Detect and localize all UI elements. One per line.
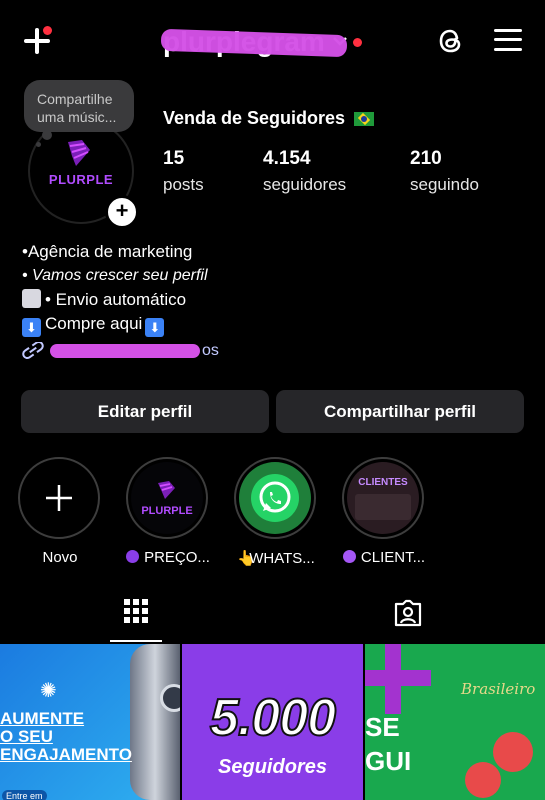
highlight-label: PREÇO... bbox=[126, 549, 210, 566]
bio-link[interactable]: os bbox=[22, 342, 219, 360]
note-text: Compartilhe uma músic... bbox=[37, 91, 117, 125]
rocket-window bbox=[160, 684, 180, 712]
highlight-label: CLIENT... bbox=[342, 549, 426, 566]
username: plurplegram bbox=[160, 26, 348, 58]
rocket-logo-icon bbox=[68, 140, 90, 166]
tab-tagged[interactable] bbox=[272, 598, 544, 644]
highlight-new[interactable]: Novo bbox=[18, 457, 102, 566]
link-icon bbox=[22, 342, 44, 359]
plus-shape bbox=[365, 670, 431, 686]
pointing-hand-icon: 👆 bbox=[237, 550, 256, 567]
account-notification-dot bbox=[352, 37, 362, 47]
following-label: seguindo bbox=[410, 175, 480, 194]
post-script-text: Brasileiro bbox=[461, 680, 536, 698]
post-thumbnail[interactable]: Brasileiro SE GUI bbox=[365, 644, 545, 800]
highlight-label: Novo bbox=[42, 549, 78, 566]
rocket-illustration bbox=[130, 644, 180, 800]
brazil-flag-icon bbox=[354, 112, 375, 127]
highlight-clients[interactable]: CLIENTES CLIENT... bbox=[342, 457, 426, 566]
top-bar: plurplegram bbox=[0, 0, 545, 80]
post-text: GUI bbox=[365, 746, 412, 776]
down-arrow-icon: ⬇ bbox=[145, 318, 165, 337]
add-story-plus-icon[interactable]: + bbox=[105, 195, 139, 229]
posts-label: posts bbox=[163, 175, 204, 194]
share-profile-button[interactable]: Compartilhar perfil bbox=[276, 390, 524, 433]
highlight-whatsapp[interactable]: 👆WHATS... bbox=[234, 457, 318, 567]
stat-following[interactable]: 210 seguindo bbox=[410, 148, 479, 195]
mailbox-icon bbox=[22, 289, 41, 308]
stat-followers[interactable]: 4.154 seguidores bbox=[263, 148, 346, 195]
rocket-logo-icon bbox=[158, 481, 175, 499]
post-text: SE bbox=[365, 712, 400, 742]
edit-profile-button[interactable]: Editar perfil bbox=[21, 390, 269, 433]
post-text: O SEU bbox=[0, 727, 53, 746]
post-thumbnail[interactable]: ✺ AUMENTE O SEU ENGAJAMENTO Entre em bbox=[0, 644, 180, 800]
followers-count: 4.154 bbox=[263, 148, 311, 169]
highlight-prices[interactable]: PLURPLE PREÇO... bbox=[126, 457, 210, 566]
tagged-person-icon bbox=[394, 599, 422, 627]
highlight-label: 👆WHATS... bbox=[237, 550, 315, 567]
post-cta: Entre em bbox=[2, 790, 47, 800]
posts-count: 15 bbox=[163, 148, 185, 169]
tab-grid[interactable] bbox=[0, 598, 272, 644]
bio-line-4: ⬇ Compre aqui ⬇ bbox=[22, 312, 208, 337]
create-notification-dot bbox=[43, 26, 52, 35]
purple-circle-icon bbox=[126, 550, 140, 563]
post-text: AUMENTE bbox=[0, 709, 85, 728]
bio-line-1: •Agência de marketing bbox=[22, 242, 193, 261]
grid-icon bbox=[124, 599, 148, 623]
note-tail bbox=[42, 130, 52, 140]
active-tab-indicator bbox=[110, 640, 162, 642]
post-text: ENGAJAMENTO bbox=[0, 745, 132, 764]
avatar-brand-text: PLURPLE bbox=[48, 172, 114, 187]
profile-badge-icon bbox=[465, 762, 501, 798]
highlight-cover-text: CLIENTES bbox=[358, 476, 408, 488]
note-bubble[interactable]: Compartilhe uma músic... bbox=[24, 80, 134, 132]
post-thumbnail[interactable]: 5.000 Seguidores bbox=[182, 644, 363, 800]
highlight-cover-image bbox=[355, 493, 411, 520]
highlight-cover-text: PLURPLE bbox=[141, 505, 193, 517]
sparkle-icon: ✺ bbox=[40, 680, 57, 702]
link-redaction bbox=[50, 344, 200, 358]
threads-icon[interactable] bbox=[436, 26, 466, 56]
plus-icon bbox=[46, 485, 72, 511]
bio-line-2: • Vamos crescer seu perfil bbox=[22, 267, 208, 284]
display-name: Venda de Seguidores bbox=[163, 108, 375, 129]
note-tail-small bbox=[36, 142, 41, 147]
following-count: 210 bbox=[410, 148, 442, 169]
hamburger-menu-icon[interactable] bbox=[494, 28, 522, 52]
down-arrow-icon: ⬇ bbox=[22, 318, 41, 337]
profile-badge-icon bbox=[493, 732, 533, 772]
account-switcher[interactable]: plurplegram bbox=[160, 26, 362, 58]
post-number: 5.000 bbox=[209, 688, 337, 748]
post-label: Seguidores bbox=[218, 756, 327, 778]
purple-heart-icon bbox=[342, 550, 356, 563]
bio: •Agência de marketing • Vamos crescer se… bbox=[22, 240, 208, 337]
followers-label: seguidores bbox=[263, 175, 347, 194]
whatsapp-icon bbox=[251, 474, 299, 522]
bio-line-3: • Envio automático bbox=[22, 288, 208, 312]
stat-posts[interactable]: 15 posts bbox=[163, 148, 204, 195]
